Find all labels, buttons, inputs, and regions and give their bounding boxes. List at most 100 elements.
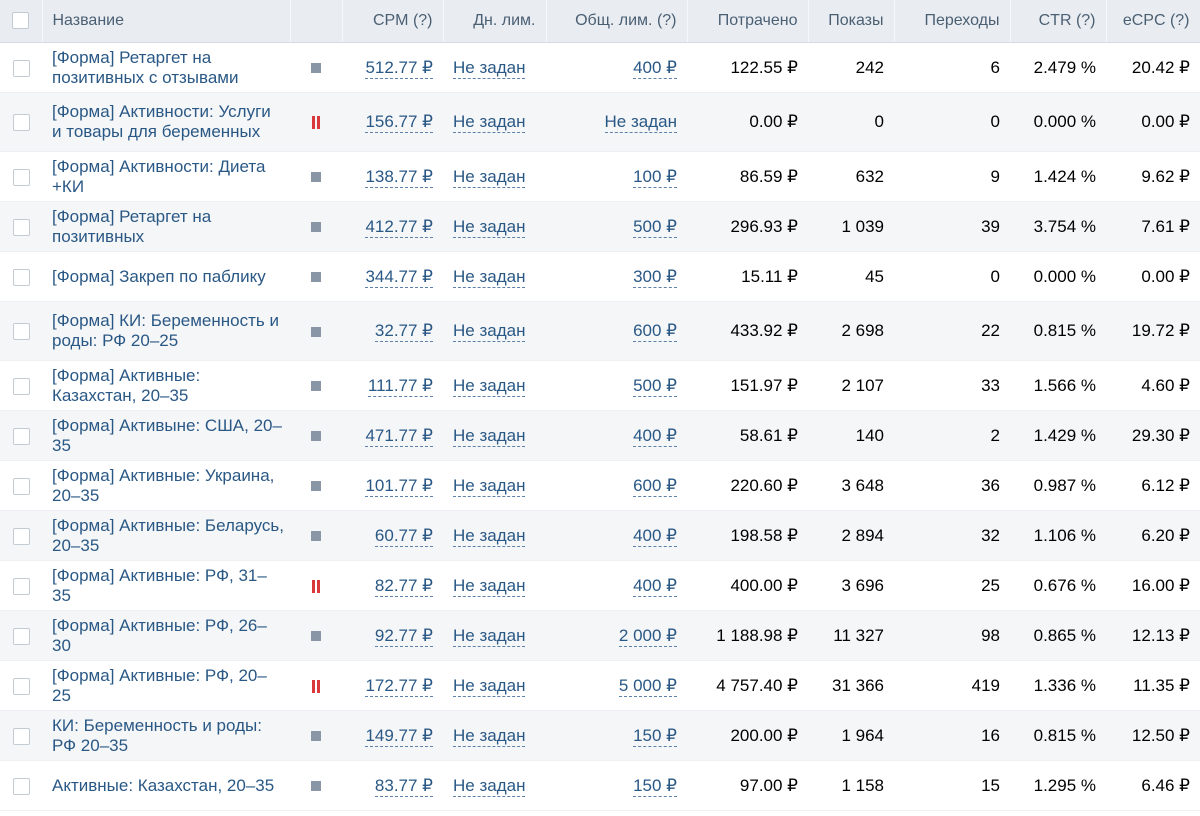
total-limit-edit-link[interactable]: 400 ₽ <box>633 425 677 447</box>
status-cell[interactable] <box>290 360 342 411</box>
total-limit-edit-link[interactable]: 150 ₽ <box>633 775 677 797</box>
day-limit-edit-link[interactable]: Не задан <box>453 475 526 497</box>
row-checkbox[interactable] <box>12 527 30 545</box>
table-row[interactable]: [Форма] Активные: РФ, 31–35 82.77 ₽ Не зад… <box>0 560 1200 611</box>
row-checkbox[interactable] <box>12 59 30 77</box>
total-limit-edit-link[interactable]: 400 ₽ <box>633 525 677 547</box>
row-checkbox[interactable] <box>12 577 30 595</box>
total-limit-edit-link[interactable]: 600 ₽ <box>633 321 677 342</box>
cpm-edit-link[interactable]: 111.77 ₽ <box>367 375 433 397</box>
row-select-cell[interactable] <box>0 660 42 711</box>
campaign-name-link[interactable]: [Форма] Активные: Беларусь, 20–35 <box>42 510 290 561</box>
row-checkbox[interactable] <box>12 377 30 395</box>
day-limit-edit-link[interactable]: Не задан <box>453 775 526 797</box>
stopped-square-icon[interactable] <box>311 172 321 183</box>
table-row[interactable]: [Форма] Активные: РФ, 26–30 92.77 ₽ Не зад… <box>0 610 1200 661</box>
cpm-edit-link[interactable]: 101.77 ₽ <box>365 475 433 497</box>
total-limit-edit-link[interactable]: 150 ₽ <box>633 725 677 747</box>
status-cell[interactable] <box>290 660 342 711</box>
status-cell[interactable] <box>290 610 342 661</box>
campaign-name-link[interactable]: [Форма] Активные: РФ, 31–35 <box>42 560 290 611</box>
campaign-name-link[interactable]: [Форма] КИ: Беременность и роды: РФ 20–2… <box>42 301 290 361</box>
row-checkbox[interactable] <box>12 427 30 445</box>
row-select-cell[interactable] <box>0 301 42 361</box>
campaign-name-link[interactable]: [Форма] Активности: Диета +КИ <box>42 151 290 202</box>
campaign-name-link[interactable]: КИ: Беременность и роды: РФ 20–35 <box>42 710 290 761</box>
column-header-name[interactable]: Название <box>42 0 291 43</box>
day-limit-edit-link[interactable]: Не задан <box>453 525 526 547</box>
status-cell[interactable] <box>290 760 342 811</box>
cpm-edit-link[interactable]: 60.77 ₽ <box>374 525 433 547</box>
total-limit-edit-link[interactable]: 5 000 ₽ <box>618 675 677 697</box>
stopped-square-icon[interactable] <box>311 326 321 337</box>
row-select-cell[interactable] <box>0 201 42 252</box>
total-limit-edit-link[interactable]: 400 ₽ <box>633 57 677 79</box>
table-row[interactable]: КИ: Беременность и роды: РФ 20–35 149.77 … <box>0 710 1200 761</box>
column-header-clicks[interactable]: Переходы <box>894 0 1011 43</box>
stopped-square-icon[interactable] <box>311 381 321 392</box>
status-cell[interactable] <box>290 42 342 93</box>
total-limit-edit-link[interactable]: 600 ₽ <box>633 475 677 497</box>
stopped-square-icon[interactable] <box>311 731 321 742</box>
stopped-square-icon[interactable] <box>311 431 321 442</box>
row-checkbox[interactable] <box>12 168 30 186</box>
column-header-day-limit[interactable]: Дн. лим. <box>443 0 547 43</box>
table-row[interactable]: [Форма] КИ: Беременность и роды: РФ 20–2… <box>0 301 1200 361</box>
cpm-edit-link[interactable]: 149.77 ₽ <box>365 725 433 747</box>
cpm-edit-link[interactable]: 172.77 ₽ <box>365 675 433 697</box>
day-limit-edit-link[interactable]: Не задан <box>453 57 526 79</box>
cpm-edit-link[interactable]: 138.77 ₽ <box>365 166 433 188</box>
table-row[interactable]: [Форма] Ретаргет на позитивных с отзывам… <box>0 42 1200 93</box>
cpm-edit-link[interactable]: 32.77 ₽ <box>374 321 433 342</box>
pause-icon[interactable] <box>311 116 321 130</box>
total-limit-edit-link[interactable]: 300 ₽ <box>633 266 677 288</box>
cpm-edit-link[interactable]: 83.77 ₽ <box>374 775 433 797</box>
row-select-cell[interactable] <box>0 151 42 202</box>
pause-icon[interactable] <box>311 679 321 693</box>
pause-icon[interactable] <box>311 579 321 593</box>
stopped-square-icon[interactable] <box>311 272 321 283</box>
column-header-ctr[interactable]: CTR (?) <box>1010 0 1107 43</box>
row-select-cell[interactable] <box>0 560 42 611</box>
table-row[interactable]: Активные: Казахстан, 20–35 83.77 ₽ Не зада… <box>0 760 1200 811</box>
table-row[interactable]: [Форма] Активные: Беларусь, 20–35 60.77 ₽… <box>0 510 1200 561</box>
day-limit-edit-link[interactable]: Не задан <box>453 675 526 697</box>
total-limit-edit-link[interactable]: 100 ₽ <box>633 166 677 188</box>
cpm-edit-link[interactable]: 512.77 ₽ <box>365 57 433 79</box>
table-row[interactable]: [Форма] Активные: РФ, 20–25 172.77 ₽ Не за… <box>0 660 1200 711</box>
day-limit-edit-link[interactable]: Не задан <box>453 321 526 342</box>
stopped-square-icon[interactable] <box>311 781 321 792</box>
table-row[interactable]: [Форма] Активные: Казахстан, 20–35 111.77… <box>0 360 1200 411</box>
campaign-name-link[interactable]: [Форма] Активные: РФ, 26–30 <box>42 610 290 661</box>
table-row[interactable]: [Форма] Активные: Украина, 20–35 101.77 ₽… <box>0 460 1200 511</box>
stopped-square-icon[interactable] <box>311 631 321 642</box>
day-limit-edit-link[interactable]: Не задан <box>453 375 526 397</box>
day-limit-edit-link[interactable]: Не задан <box>453 575 526 597</box>
stopped-square-icon[interactable] <box>311 63 321 74</box>
row-select-cell[interactable] <box>0 410 42 461</box>
cpm-edit-link[interactable]: 92.77 ₽ <box>374 625 433 647</box>
select-all-checkbox[interactable] <box>12 12 30 30</box>
status-cell[interactable] <box>290 201 342 252</box>
column-header-total-limit[interactable]: Общ. лим. (?) <box>546 0 688 43</box>
stopped-square-icon[interactable] <box>311 531 321 542</box>
cpm-edit-link[interactable]: 471.77 ₽ <box>365 425 433 447</box>
table-row[interactable]: [Форма] Ретаргет на позитивных 412.77 ₽ Не… <box>0 201 1200 252</box>
table-row[interactable]: [Форма] Активности: Диета +КИ 138.77 ₽ Не … <box>0 151 1200 202</box>
column-header-cpm[interactable]: CPM (?) <box>342 0 444 43</box>
row-checkbox[interactable] <box>12 727 30 745</box>
select-all-header[interactable] <box>0 0 43 43</box>
row-checkbox[interactable] <box>12 218 30 236</box>
cpm-edit-link[interactable]: 412.77 ₽ <box>365 216 433 238</box>
row-checkbox[interactable] <box>12 777 30 795</box>
day-limit-edit-link[interactable]: Не задан <box>453 216 526 238</box>
day-limit-edit-link[interactable]: Не задан <box>453 625 526 647</box>
status-cell[interactable] <box>290 710 342 761</box>
status-cell[interactable] <box>290 410 342 461</box>
stopped-square-icon[interactable] <box>311 481 321 492</box>
row-select-cell[interactable] <box>0 42 42 93</box>
column-header-spent[interactable]: Потрачено <box>687 0 809 43</box>
row-checkbox[interactable] <box>12 627 30 645</box>
row-select-cell[interactable] <box>0 710 42 761</box>
campaign-name-link[interactable]: Активные: Казахстан, 20–35 <box>42 760 290 811</box>
